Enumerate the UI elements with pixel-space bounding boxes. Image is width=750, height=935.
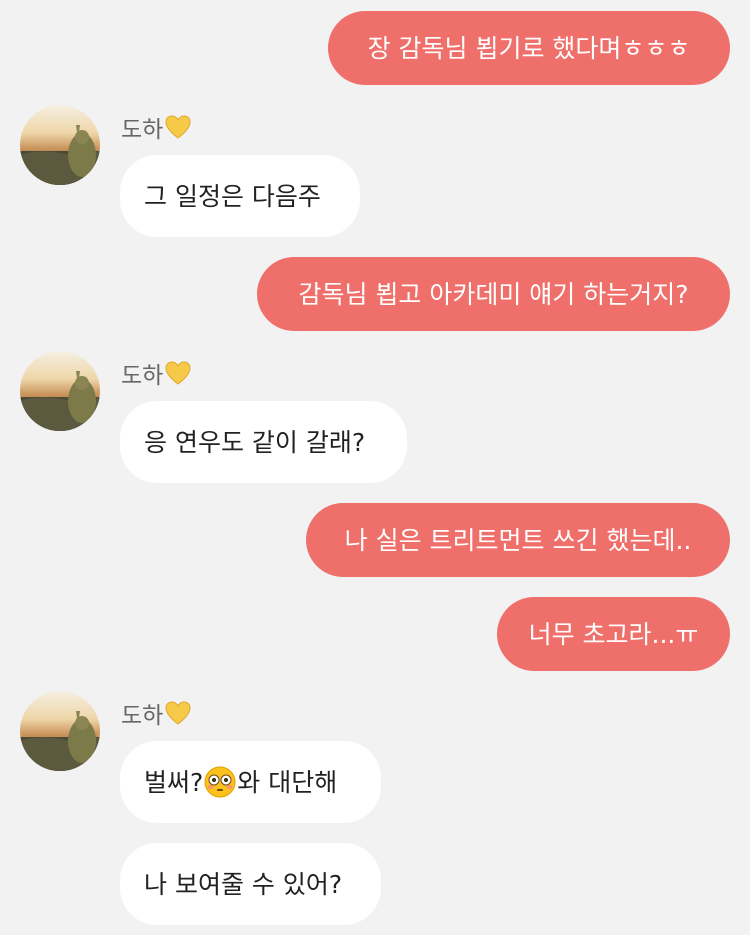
message-bubble-received[interactable]: 나 보여줄 수 있어?	[120, 843, 381, 925]
chat-conversation: 장 감독님 뵙기로 했다며ㅎㅎㅎ 도하 그 일정은 다음주 감독님 뵙고 아카데…	[0, 0, 750, 935]
yellow-heart-icon	[165, 701, 191, 725]
message-bubble-sent[interactable]: 장 감독님 뵙기로 했다며ㅎㅎㅎ	[328, 11, 730, 85]
message-text-before-emoji: 벌써?	[144, 767, 204, 797]
message-bubble-sent[interactable]: 나 실은 트리트먼트 쓰긴 했는데..	[306, 503, 730, 577]
message-text: 응 연우도 같이 갈래?	[144, 427, 366, 457]
message-bubble-sent[interactable]: 감독님 뵙고 아카데미 얘기 하는거지?	[257, 257, 730, 331]
avatar[interactable]	[20, 351, 100, 431]
message-text: 감독님 뵙고 아카데미 얘기 하는거지?	[298, 279, 689, 309]
message-bubble-sent[interactable]: 너무 초고라...ㅠ	[497, 597, 730, 671]
yellow-heart-icon	[165, 115, 191, 139]
message-text: 나 실은 트리트먼트 쓰긴 했는데..	[344, 525, 692, 555]
sender-name: 도하	[121, 112, 192, 143]
flushed-face-icon	[204, 766, 236, 798]
sender-name: 도하	[121, 358, 192, 389]
avatar[interactable]	[20, 691, 100, 771]
message-text-after-emoji: 와 대단해	[237, 767, 338, 797]
message-text: 그 일정은 다음주	[144, 181, 321, 211]
profile-photo-avatar	[20, 691, 100, 771]
sender-name: 도하	[121, 698, 192, 729]
profile-photo-avatar	[20, 351, 100, 431]
message-bubble-received[interactable]: 벌써? 와 대단해	[120, 741, 381, 823]
message-text: 나 보여줄 수 있어?	[144, 869, 343, 899]
message-bubble-received[interactable]: 응 연우도 같이 갈래?	[120, 401, 407, 483]
profile-photo-avatar	[20, 105, 100, 185]
message-text: 장 감독님 뵙기로 했다며ㅎㅎㅎ	[367, 33, 691, 63]
yellow-heart-icon	[165, 361, 191, 385]
avatar[interactable]	[20, 105, 100, 185]
message-text: 너무 초고라...ㅠ	[528, 619, 699, 649]
message-bubble-received[interactable]: 그 일정은 다음주	[120, 155, 360, 237]
